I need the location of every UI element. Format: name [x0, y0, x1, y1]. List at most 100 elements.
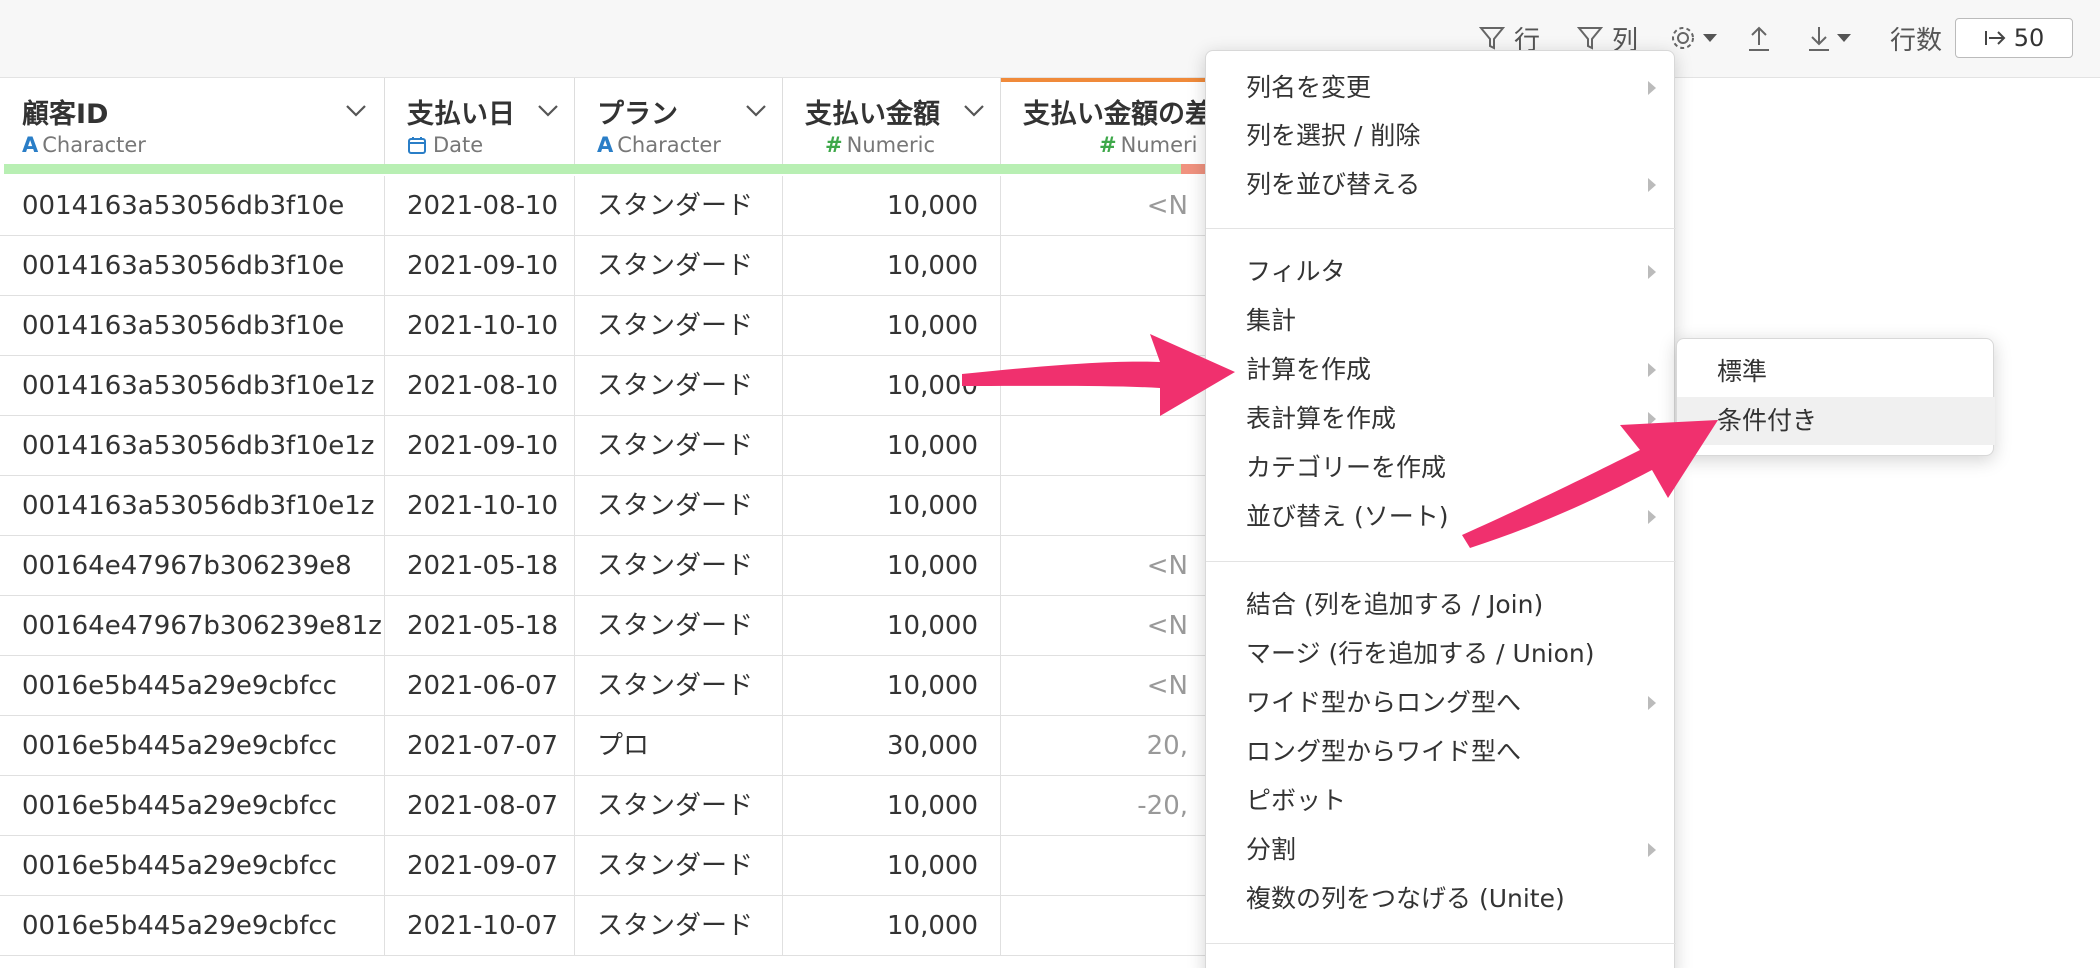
- cell-payment-diff[interactable]: [1001, 896, 1211, 956]
- cell-customer-id[interactable]: 0014163a53056db3f10e1z: [0, 356, 385, 416]
- column-header-customer-id[interactable]: 顧客ID A Character: [0, 78, 385, 170]
- cell-customer-id[interactable]: 0016e5b445a29e9cbfcc: [0, 776, 385, 836]
- cell-payment-amount[interactable]: 10,000: [783, 536, 1001, 596]
- cell-payment-amount[interactable]: 10,000: [783, 236, 1001, 296]
- cell-payment-diff[interactable]: <N: [1001, 536, 1211, 596]
- cell-payment-diff[interactable]: <N: [1001, 596, 1211, 656]
- cell-payment-date[interactable]: 2021-05-18: [385, 536, 575, 596]
- menu-item-create-window-calculation[interactable]: 表計算を作成: [1206, 395, 1676, 443]
- cell-plan[interactable]: スタンダード: [575, 536, 783, 596]
- cell-payment-date[interactable]: 2021-09-07: [385, 836, 575, 896]
- cell-payment-diff[interactable]: [1001, 836, 1211, 896]
- cell-payment-amount[interactable]: 10,000: [783, 896, 1001, 956]
- cell-plan[interactable]: スタンダード: [575, 416, 783, 476]
- cell-plan[interactable]: スタンダード: [575, 896, 783, 956]
- cell-payment-amount[interactable]: 10,000: [783, 416, 1001, 476]
- column-header-payment-date[interactable]: 支払い日 Date: [385, 78, 575, 170]
- cell-payment-date[interactable]: 2021-06-07: [385, 656, 575, 716]
- cell-payment-amount[interactable]: 10,000: [783, 836, 1001, 896]
- chevron-down-icon[interactable]: [537, 104, 559, 118]
- cell-payment-diff[interactable]: [1001, 296, 1211, 356]
- cell-payment-amount[interactable]: 30,000: [783, 716, 1001, 776]
- menu-item-pivot[interactable]: ピボット: [1206, 777, 1676, 825]
- menu-item-rename-column[interactable]: 列名を変更: [1206, 64, 1676, 112]
- cell-payment-diff[interactable]: <N: [1001, 656, 1211, 716]
- cell-payment-amount[interactable]: 10,000: [783, 476, 1001, 536]
- cell-payment-diff[interactable]: [1001, 236, 1211, 296]
- cell-customer-id[interactable]: 0016e5b445a29e9cbfcc: [0, 836, 385, 896]
- cell-customer-id[interactable]: 0014163a53056db3f10e1z: [0, 416, 385, 476]
- menu-item-create-calculation[interactable]: 計算を作成: [1206, 346, 1676, 394]
- cell-payment-date[interactable]: 2021-08-07: [385, 776, 575, 836]
- cell-payment-diff[interactable]: -20,: [1001, 776, 1211, 836]
- cell-customer-id[interactable]: 0016e5b445a29e9cbfcc: [0, 716, 385, 776]
- menu-item-long-to-wide[interactable]: ロング型からワイド型へ: [1206, 728, 1676, 776]
- cell-plan[interactable]: プロ: [575, 716, 783, 776]
- upload-button[interactable]: [1746, 18, 1772, 58]
- cell-customer-id[interactable]: 0014163a53056db3f10e1z: [0, 476, 385, 536]
- settings-button[interactable]: [1668, 18, 1718, 58]
- cell-payment-diff[interactable]: [1001, 356, 1211, 416]
- cell-payment-date[interactable]: 2021-07-07: [385, 716, 575, 776]
- cell-customer-id[interactable]: 00164e47967b306239e81z: [0, 596, 385, 656]
- cell-payment-amount[interactable]: 10,000: [783, 656, 1001, 716]
- cell-payment-amount[interactable]: 10,000: [783, 176, 1001, 236]
- menu-item-select-delete-columns[interactable]: 列を選択 / 削除: [1206, 112, 1676, 160]
- table-row: 0014163a53056db3f10e1z 2021-09-10 スタンダード 10…: [0, 416, 1300, 476]
- cell-payment-diff[interactable]: [1001, 476, 1211, 536]
- menu-item-reorder-columns[interactable]: 列を並び替える: [1206, 161, 1676, 209]
- cell-payment-amount[interactable]: 10,000: [783, 596, 1001, 656]
- cell-payment-diff[interactable]: [1001, 416, 1211, 476]
- character-type-icon: A: [22, 133, 39, 157]
- cell-payment-date[interactable]: 2021-09-10: [385, 416, 575, 476]
- cell-plan[interactable]: スタンダード: [575, 776, 783, 836]
- menu-item-summarize[interactable]: 集計: [1206, 297, 1676, 345]
- cell-payment-date[interactable]: 2021-10-10: [385, 296, 575, 356]
- download-button[interactable]: [1806, 18, 1852, 58]
- menu-item-split[interactable]: 分割: [1206, 826, 1676, 874]
- cell-payment-date[interactable]: 2021-05-18: [385, 596, 575, 656]
- chevron-down-icon[interactable]: [963, 104, 985, 118]
- menu-item-create-category[interactable]: カテゴリーを作成: [1206, 444, 1676, 492]
- cell-payment-diff[interactable]: 20,: [1001, 716, 1211, 776]
- cell-payment-amount[interactable]: 10,000: [783, 296, 1001, 356]
- cell-plan[interactable]: スタンダード: [575, 836, 783, 896]
- chevron-down-icon[interactable]: [345, 104, 367, 118]
- cell-plan[interactable]: スタンダード: [575, 176, 783, 236]
- cell-customer-id[interactable]: 0016e5b445a29e9cbfcc: [0, 656, 385, 716]
- cell-payment-date[interactable]: 2021-08-10: [385, 176, 575, 236]
- cell-plan[interactable]: スタンダード: [575, 596, 783, 656]
- cell-payment-diff[interactable]: <N: [1001, 176, 1211, 236]
- cell-payment-amount[interactable]: 10,000: [783, 356, 1001, 416]
- cell-payment-date[interactable]: 2021-09-10: [385, 236, 575, 296]
- chevron-down-icon[interactable]: [745, 104, 767, 118]
- cell-customer-id[interactable]: 0014163a53056db3f10e: [0, 236, 385, 296]
- menu-item-filter[interactable]: フィルタ: [1206, 248, 1676, 296]
- cell-plan[interactable]: スタンダード: [575, 476, 783, 536]
- cell-payment-amount[interactable]: 10,000: [783, 776, 1001, 836]
- column-title: プラン: [597, 99, 678, 130]
- menu-item-unite[interactable]: 複数の列をつなげる (Unite): [1206, 875, 1676, 923]
- cell-plan[interactable]: スタンダード: [575, 296, 783, 356]
- cell-customer-id[interactable]: 0014163a53056db3f10e: [0, 176, 385, 236]
- rows-count-input[interactable]: 50: [1955, 18, 2073, 58]
- submenu-item-conditional[interactable]: 条件付き: [1677, 397, 1995, 445]
- cell-customer-id[interactable]: 0016e5b445a29e9cbfcc: [0, 896, 385, 956]
- column-header-plan[interactable]: プラン A Character: [575, 78, 783, 170]
- cell-plan[interactable]: スタンダード: [575, 236, 783, 296]
- menu-item-wide-to-long[interactable]: ワイド型からロング型へ: [1206, 679, 1676, 727]
- menu-item-union[interactable]: マージ (行を追加する / Union): [1206, 630, 1676, 678]
- submenu-item-standard[interactable]: 標準: [1677, 348, 1995, 396]
- table-row: 0014163a53056db3f10e 2021-08-10 スタンダード 10,0…: [0, 176, 1300, 236]
- menu-item-sort[interactable]: 並び替え (ソート): [1206, 493, 1676, 541]
- cell-customer-id[interactable]: 0014163a53056db3f10e: [0, 296, 385, 356]
- menu-item-label: 列を選択 / 削除: [1246, 121, 1421, 150]
- cell-plan[interactable]: スタンダード: [575, 656, 783, 716]
- cell-customer-id[interactable]: 00164e47967b306239e8: [0, 536, 385, 596]
- column-header-payment-amount[interactable]: 支払い金額 # Numeric: [783, 78, 1001, 170]
- cell-payment-date[interactable]: 2021-08-10: [385, 356, 575, 416]
- cell-payment-date[interactable]: 2021-10-10: [385, 476, 575, 536]
- cell-payment-date[interactable]: 2021-10-07: [385, 896, 575, 956]
- menu-item-join[interactable]: 結合 (列を追加する / Join): [1206, 581, 1676, 629]
- cell-plan[interactable]: スタンダード: [575, 356, 783, 416]
